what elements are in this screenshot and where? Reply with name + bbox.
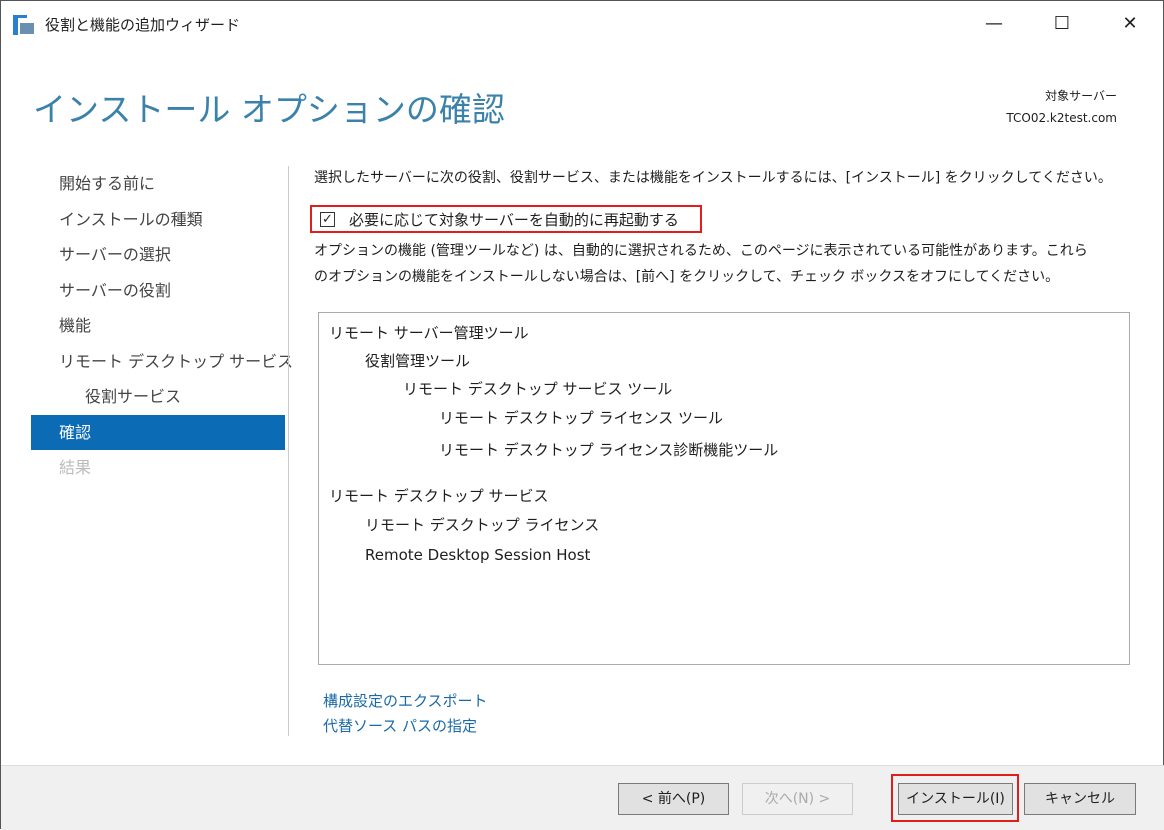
page-title: インストール オプションの確認 (33, 90, 505, 129)
list-item: リモート デスクトップ ライセンス診断機能ツール (439, 441, 779, 459)
title-bar: 役割と機能の追加ウィザード — ☐ ✕ (1, 1, 1164, 47)
restart-checkbox-row[interactable]: ✓ 必要に応じて対象サーバーを自動的に再起動する (310, 205, 702, 233)
list-item: Remote Desktop Session Host (365, 546, 591, 564)
minimize-button[interactable]: — (971, 9, 1017, 39)
nav-features[interactable]: 機能 (31, 308, 285, 344)
list-item: リモート デスクトップ サービス ツール (403, 380, 673, 398)
target-server-label: 対象サーバー (1045, 89, 1117, 103)
selection-list[interactable]: リモート サーバー管理ツール 役割管理ツール リモート デスクトップ サービス … (318, 312, 1130, 665)
nav-installation-type[interactable]: インストールの種類 (31, 202, 285, 238)
instruction-text: 選択したサーバーに次の役割、役割サービス、または機能をインストールするには、[イ… (314, 170, 1112, 186)
install-button[interactable]: インストール(I) (898, 783, 1013, 815)
export-settings-link[interactable]: 構成設定のエクスポート (323, 690, 488, 711)
server-manager-icon (13, 15, 34, 35)
nav-results: 結果 (59, 458, 92, 477)
prev-button[interactable]: < 前へ(P) (618, 783, 729, 815)
nav-server-selection[interactable]: サーバーの選択 (31, 237, 285, 273)
next-button: 次へ(N) > (742, 783, 853, 815)
alternate-source-link[interactable]: 代替ソース パスの指定 (323, 715, 477, 736)
nav-role-services[interactable]: 役割サービス (31, 379, 285, 415)
window-title: 役割と機能の追加ウィザード (45, 16, 241, 34)
list-item: 役割管理ツール (365, 352, 471, 370)
restart-checkbox-label: 必要に応じて対象サーバーを自動的に再起動する (349, 210, 679, 229)
nav-server-roles[interactable]: サーバーの役割 (31, 273, 285, 309)
wizard-nav: 開始する前に インストールの種類 サーバーの選択 サーバーの役割 機能 リモート… (31, 166, 293, 486)
maximize-button[interactable]: ☐ (1039, 9, 1085, 39)
close-button[interactable]: ✕ (1107, 9, 1153, 39)
cancel-button[interactable]: キャンセル (1024, 783, 1136, 815)
restart-checkbox[interactable]: ✓ (320, 211, 335, 227)
target-server-name: TCO02.k2test.com (1006, 111, 1117, 125)
note-line-2: のオプションの機能をインストールしない場合は、[前へ] をクリックして、チェック… (314, 269, 1060, 285)
nav-rds[interactable]: リモート デスクトップ サービス (31, 344, 293, 380)
nav-confirmation[interactable]: 確認 (31, 414, 285, 450)
note-line-1: オプションの機能 (管理ツールなど) は、自動的に選択されるため、このページに表… (314, 243, 1088, 259)
list-item: リモート デスクトップ サービス (329, 487, 549, 505)
target-server: 対象サーバー TCO02.k2test.com (1006, 85, 1117, 129)
nav-before-you-begin[interactable]: 開始する前に (31, 166, 285, 202)
list-item: リモート デスクトップ ライセンス ツール (439, 409, 724, 427)
list-item: リモート サーバー管理ツール (329, 324, 529, 342)
divider (288, 166, 289, 736)
list-item: リモート デスクトップ ライセンス (365, 516, 600, 534)
